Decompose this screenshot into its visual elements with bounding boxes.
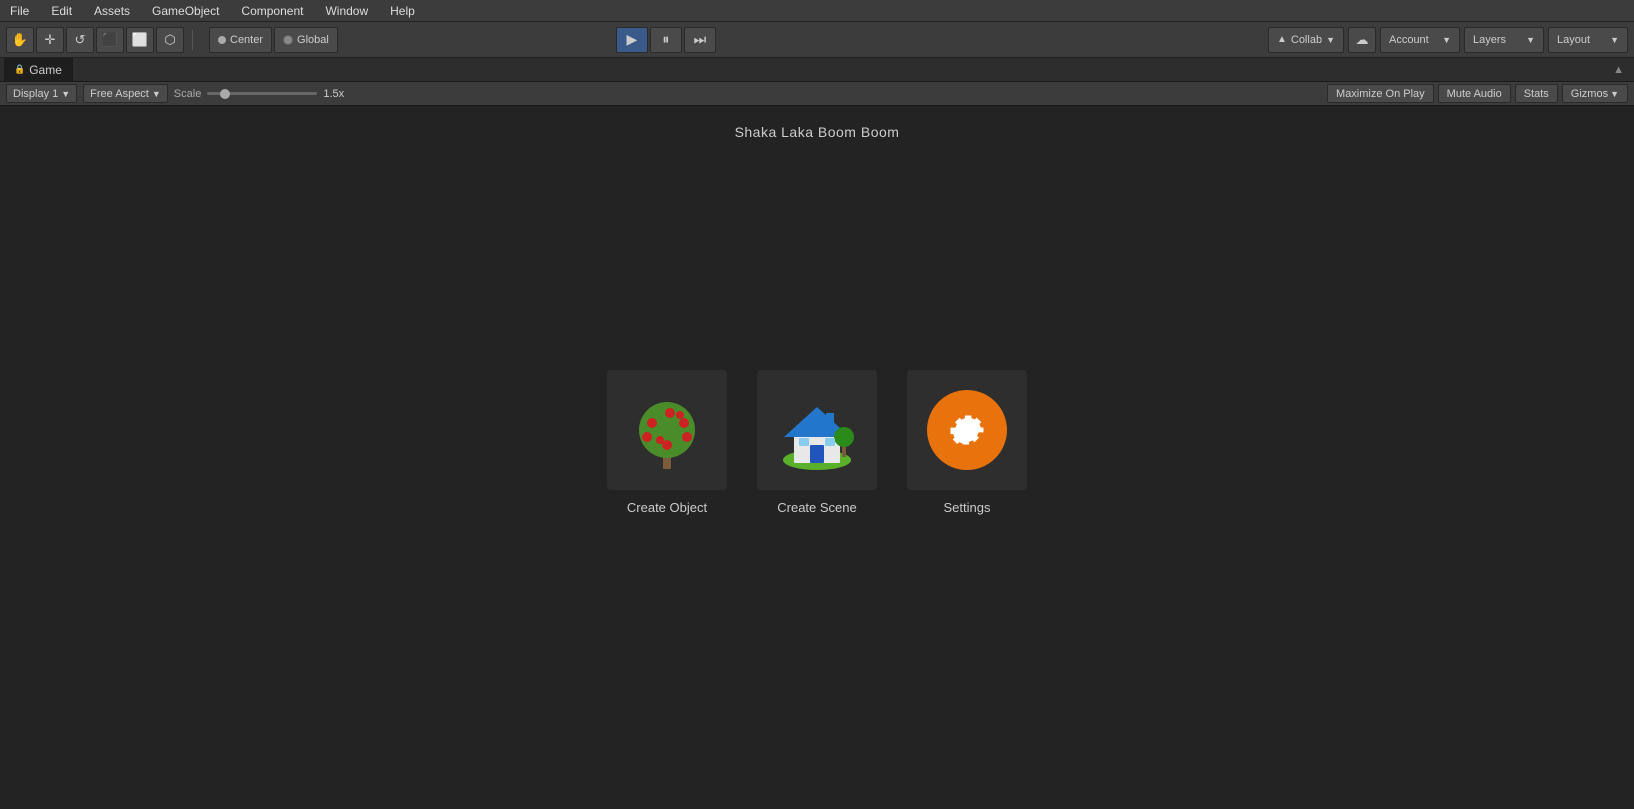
gizmos-label: Gizmos <box>1571 88 1608 100</box>
menu-help[interactable]: Help <box>386 2 419 20</box>
layers-dropdown[interactable]: Layers ▼ <box>1464 27 1544 53</box>
display-arrow-icon: ▼ <box>61 89 70 99</box>
layout-dropdown[interactable]: Layout ▼ <box>1548 27 1628 53</box>
maximize-play-label: Maximize On Play <box>1336 88 1425 100</box>
pivot-global-btn[interactable]: Global <box>274 27 338 53</box>
game-tab-label: Game <box>29 63 62 77</box>
pivot-center-btn[interactable]: Center <box>209 27 272 53</box>
stats-label: Stats <box>1524 88 1549 100</box>
create-scene-box <box>757 370 877 490</box>
collab-dropdown-icon: ▼ <box>1326 35 1335 45</box>
play-button[interactable]: ▶ <box>616 27 648 53</box>
menu-file[interactable]: File <box>6 2 33 20</box>
tree-icon <box>622 385 712 475</box>
scale-value: 1.5x <box>323 88 344 100</box>
menu-window[interactable]: Window <box>321 2 372 20</box>
play-controls: ▶ ⏸ ⏭ <box>616 27 716 53</box>
icons-row: Create Object <box>607 370 1027 515</box>
settings-item[interactable]: Settings <box>907 370 1027 515</box>
account-label: Account <box>1389 34 1429 46</box>
create-scene-item[interactable]: Create Scene <box>757 370 877 515</box>
layout-label: Layout <box>1557 34 1590 46</box>
account-dropdown[interactable]: Account ▼ <box>1380 27 1460 53</box>
cloud-button[interactable]: ☁ <box>1348 27 1376 53</box>
pivot-dot-icon <box>218 36 226 44</box>
toolbar: ✋ ✛ ↺ ⬛ ⬜ ⬡ Center Global ▶ ⏸ ⏭ ▲ Collab… <box>0 22 1634 58</box>
aspect-arrow-icon: ▼ <box>152 89 161 99</box>
separator-1 <box>192 30 193 50</box>
gear-icon <box>942 405 992 455</box>
tool-transform[interactable]: ⬡ <box>156 27 184 53</box>
settings-circle <box>927 390 1007 470</box>
mute-audio-label: Mute Audio <box>1447 88 1502 100</box>
game-area: Shaka Laka Boom Boom <box>0 106 1634 809</box>
aspect-selector[interactable]: Free Aspect ▼ <box>83 84 168 103</box>
menu-edit[interactable]: Edit <box>47 2 76 20</box>
settings-box <box>907 370 1027 490</box>
pivot-group: Center Global <box>209 27 338 53</box>
game-toolbar: Display 1 ▼ Free Aspect ▼ Scale 1.5x Max… <box>0 82 1634 106</box>
collab-button[interactable]: ▲ Collab ▼ <box>1268 27 1344 53</box>
collab-arrow-icon: ▲ <box>1277 34 1287 45</box>
scale-slider[interactable] <box>207 92 317 95</box>
mute-audio-btn[interactable]: Mute Audio <box>1438 84 1511 103</box>
tab-bar: 🔒 Game ▲ <box>0 58 1634 82</box>
tool-rect[interactable]: ⬜ <box>126 27 154 53</box>
tool-buttons: ✋ ✛ ↺ ⬛ ⬜ ⬡ <box>6 27 184 53</box>
stats-btn[interactable]: Stats <box>1515 84 1558 103</box>
tab-maximize[interactable]: ▲ <box>1607 64 1630 76</box>
gizmos-arrow-icon: ▼ <box>1610 89 1619 99</box>
gizmos-btn[interactable]: Gizmos ▼ <box>1562 84 1628 103</box>
account-dropdown-icon: ▼ <box>1442 35 1451 45</box>
display-selector[interactable]: Display 1 ▼ <box>6 84 77 103</box>
create-object-box <box>607 370 727 490</box>
create-object-label: Create Object <box>627 500 707 515</box>
menu-assets[interactable]: Assets <box>90 2 134 20</box>
settings-label: Settings <box>944 500 991 515</box>
display-label: Display 1 <box>13 88 58 100</box>
tool-move[interactable]: ✛ <box>36 27 64 53</box>
game-tab[interactable]: 🔒 Game <box>4 58 73 81</box>
aspect-label: Free Aspect <box>90 88 149 100</box>
menu-component[interactable]: Component <box>237 2 307 20</box>
house-icon <box>772 385 862 475</box>
tool-scale[interactable]: ⬛ <box>96 27 124 53</box>
layers-label: Layers <box>1473 34 1506 46</box>
step-button[interactable]: ⏭ <box>684 27 716 53</box>
right-toolbar: ▲ Collab ▼ ☁ Account ▼ Layers ▼ Layout ▼ <box>1268 27 1628 53</box>
menu-bar: File Edit Assets GameObject Component Wi… <box>0 0 1634 22</box>
maximize-play-btn[interactable]: Maximize On Play <box>1327 84 1434 103</box>
create-object-item[interactable]: Create Object <box>607 370 727 515</box>
tool-hand[interactable]: ✋ <box>6 27 34 53</box>
layers-dropdown-icon: ▼ <box>1526 35 1535 45</box>
tab-lock-icon: 🔒 <box>14 64 25 75</box>
game-title: Shaka Laka Boom Boom <box>735 124 900 140</box>
layout-dropdown-icon: ▼ <box>1610 35 1619 45</box>
menu-gameobject[interactable]: GameObject <box>148 2 223 20</box>
pivot-global-label: Global <box>297 34 329 46</box>
pivot-globe-icon <box>283 35 293 45</box>
pause-button[interactable]: ⏸ <box>650 27 682 53</box>
create-scene-label: Create Scene <box>777 500 857 515</box>
scale-text: Scale <box>174 88 202 100</box>
pivot-center-label: Center <box>230 34 263 46</box>
collab-label: Collab <box>1291 34 1322 46</box>
tool-rotate[interactable]: ↺ <box>66 27 94 53</box>
right-game-controls: Maximize On Play Mute Audio Stats Gizmos… <box>1327 84 1628 103</box>
